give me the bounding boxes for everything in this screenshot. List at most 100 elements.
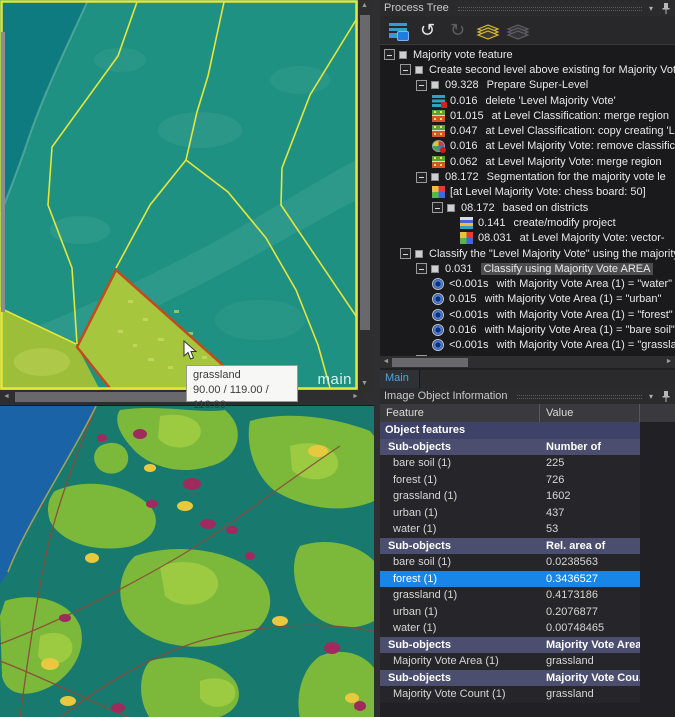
info-table-row[interactable]: grassland (1)1602 — [380, 488, 640, 505]
process-tree-row[interactable]: 01.015at Level Classification: merge reg… — [380, 108, 675, 123]
horizontal-scrollbar[interactable]: ◄ ► — [0, 390, 362, 404]
process-tree-row[interactable]: 08.172 Segmentation for the majority vote… — [380, 169, 675, 184]
info-table-row[interactable]: bare soil (1)225 — [380, 455, 640, 472]
process-tree-row[interactable]: 0.031Classify using Majority Vote AREA — [380, 261, 675, 276]
expand-collapse-icon[interactable] — [416, 80, 427, 91]
info-table-row[interactable]: Sub-objectsMajority Vote Cou... — [380, 670, 640, 687]
scroll-up-icon[interactable]: ▲ — [358, 0, 371, 12]
dropdown-icon[interactable]: ▾ — [649, 4, 653, 13]
tab-main[interactable]: Main — [380, 370, 420, 388]
process-time: 08.172 — [445, 171, 479, 183]
process-tree-row[interactable]: Classify the "Level Majority Vote" using… — [380, 246, 675, 261]
undo-button[interactable]: ↺ — [414, 18, 441, 42]
info-table-row[interactable]: bare soil (1)0.0238563 — [380, 554, 640, 571]
process-tree-row[interactable]: 0.062at Level Majority Vote: merge regio… — [380, 154, 675, 169]
process-label: at Level Majority Vote: merge region — [486, 156, 662, 168]
feature-cell: urban (1) — [380, 606, 540, 618]
process-tree-row[interactable]: Majority vote feature — [380, 47, 675, 62]
info-table-row[interactable]: forest (1)726 — [380, 472, 640, 489]
map-view-classification[interactable] — [0, 405, 374, 717]
value-column-header[interactable]: Value — [540, 404, 640, 422]
process-tree-row[interactable]: <0.001swith Majority Vote Area (1) = "fo… — [380, 307, 675, 322]
drag-handle[interactable] — [458, 7, 642, 11]
info-table-row[interactable]: Sub-objectsMajority Vote Area — [380, 637, 640, 654]
process-checkbox[interactable] — [415, 66, 423, 74]
value-cell: 1602 — [540, 490, 640, 502]
process-tree-row[interactable]: 0.141create/modify project — [380, 215, 675, 230]
feature-cell: Sub-objects — [380, 639, 540, 651]
info-table-row[interactable]: water (1)0.00748465 — [380, 620, 640, 637]
process-label: with Majority Vote Area (1) = "bare soil… — [485, 324, 675, 336]
scrollbar-thumb[interactable] — [1, 32, 5, 312]
app-window: ▲ ▼ ◄ ► main — [0, 0, 675, 717]
scrollbar-thumb[interactable] — [392, 358, 468, 367]
value-cell: 0.2076877 — [540, 606, 640, 618]
info-table-header[interactable]: Feature Value — [380, 404, 675, 422]
feature-column-header[interactable]: Feature — [380, 404, 540, 422]
info-table-row[interactable]: Majority Vote Area (1)grassland — [380, 653, 640, 670]
process-tree-row[interactable]: 0.016at Level Majority Vote: remove clas… — [380, 139, 675, 154]
scroll-right-icon[interactable]: ► — [663, 356, 675, 368]
info-table-row[interactable]: Object features — [380, 422, 640, 439]
execute-button[interactable] — [474, 18, 501, 42]
expand-collapse-icon[interactable] — [400, 64, 411, 75]
mouse-cursor — [183, 340, 197, 360]
process-tree-header[interactable]: Process Tree ▾ — [380, 0, 675, 16]
process-tree-scrollbar[interactable]: ◄ ► — [380, 356, 675, 368]
expand-collapse-icon[interactable] — [416, 263, 427, 274]
process-checkbox[interactable] — [399, 51, 407, 59]
process-tree-row[interactable]: 09.328Prepare Super-Level — [380, 78, 675, 93]
process-tree-rows[interactable]: Majority vote featureCreate second level… — [380, 44, 675, 356]
process-checkbox[interactable] — [431, 265, 439, 273]
expand-collapse-icon[interactable] — [432, 202, 443, 213]
process-checkbox[interactable] — [415, 250, 423, 258]
process-tree-lock-button[interactable] — [384, 18, 411, 42]
value-cell: 0.3436527 — [540, 573, 640, 585]
info-table-row[interactable]: forest (1)0.3436527 — [380, 571, 640, 588]
info-table-row[interactable]: Sub-objectsRel. area of — [380, 538, 640, 555]
expand-collapse-icon[interactable] — [384, 49, 395, 60]
process-label: Segmentation for the majority vote le — [487, 171, 666, 183]
process-tree-row[interactable]: 08.172based on districts — [380, 200, 675, 215]
feature-cell: forest (1) — [380, 573, 540, 585]
pin-icon[interactable] — [661, 390, 671, 403]
dropdown-icon[interactable]: ▾ — [649, 392, 653, 401]
expand-collapse-icon[interactable] — [416, 172, 427, 183]
drag-handle[interactable] — [517, 395, 642, 399]
process-tree-row[interactable]: 0.047at Level Classification: copy creat… — [380, 123, 675, 138]
info-table-row[interactable]: Sub-objectsNumber of — [380, 439, 640, 456]
info-table-row[interactable]: grassland (1)0.4173186 — [380, 587, 640, 604]
process-tree-row[interactable]: <0.001swith Majority Vote Area (1) = "wa… — [380, 276, 675, 291]
image-object-info-header[interactable]: Image Object Information ▾ — [380, 388, 675, 404]
process-checkbox[interactable] — [431, 81, 439, 89]
redo-button[interactable]: ↻ — [444, 18, 471, 42]
value-cell: Number of — [540, 441, 640, 453]
scroll-right-icon[interactable]: ► — [349, 390, 362, 402]
process-time: <0.001s — [449, 339, 488, 351]
value-cell: grassland — [540, 688, 640, 700]
process-tree-row[interactable]: 0.015with Majority Vote Area (1) = "urba… — [380, 292, 675, 307]
info-table-row[interactable]: urban (1)437 — [380, 505, 640, 522]
pin-icon[interactable] — [661, 2, 671, 15]
process-tree-row[interactable]: 0.016delete 'Level Majority Vote' — [380, 93, 675, 108]
process-tree-row[interactable]: 08.031at Level Majority Vote: vector- — [380, 231, 675, 246]
info-table-row[interactable]: water (1)53 — [380, 521, 640, 538]
scroll-left-icon[interactable]: ◄ — [380, 356, 392, 368]
tooltip-pixel-values: 90.00 / 119.00 / 116.00 — [193, 383, 291, 413]
process-tree-row[interactable]: [at Level Majority Vote: chess board: 50… — [380, 185, 675, 200]
scroll-down-icon[interactable]: ▼ — [358, 378, 371, 390]
process-tree-row[interactable]: Create second level above existing for M… — [380, 62, 675, 77]
process-checkbox[interactable] — [431, 173, 439, 181]
process-tree-row[interactable]: <0.001swith Majority Vote Area (1) = "gr… — [380, 338, 675, 353]
info-table-row[interactable]: urban (1)0.2076877 — [380, 604, 640, 621]
process-checkbox[interactable] — [447, 204, 455, 212]
execute-all-button[interactable] — [504, 18, 531, 42]
scroll-left-icon[interactable]: ◄ — [0, 390, 13, 402]
scrollbar-thumb[interactable] — [360, 15, 370, 330]
vertical-scrollbar[interactable]: ▲ ▼ — [358, 0, 372, 390]
expand-collapse-icon[interactable] — [400, 248, 411, 259]
feature-cell: bare soil (1) — [380, 457, 540, 469]
info-table-row[interactable]: Majority Vote Count (1)grassland — [380, 686, 640, 703]
process-tree-row[interactable]: 0.016with Majority Vote Area (1) = "bare… — [380, 322, 675, 337]
map-view-main[interactable] — [0, 0, 358, 390]
